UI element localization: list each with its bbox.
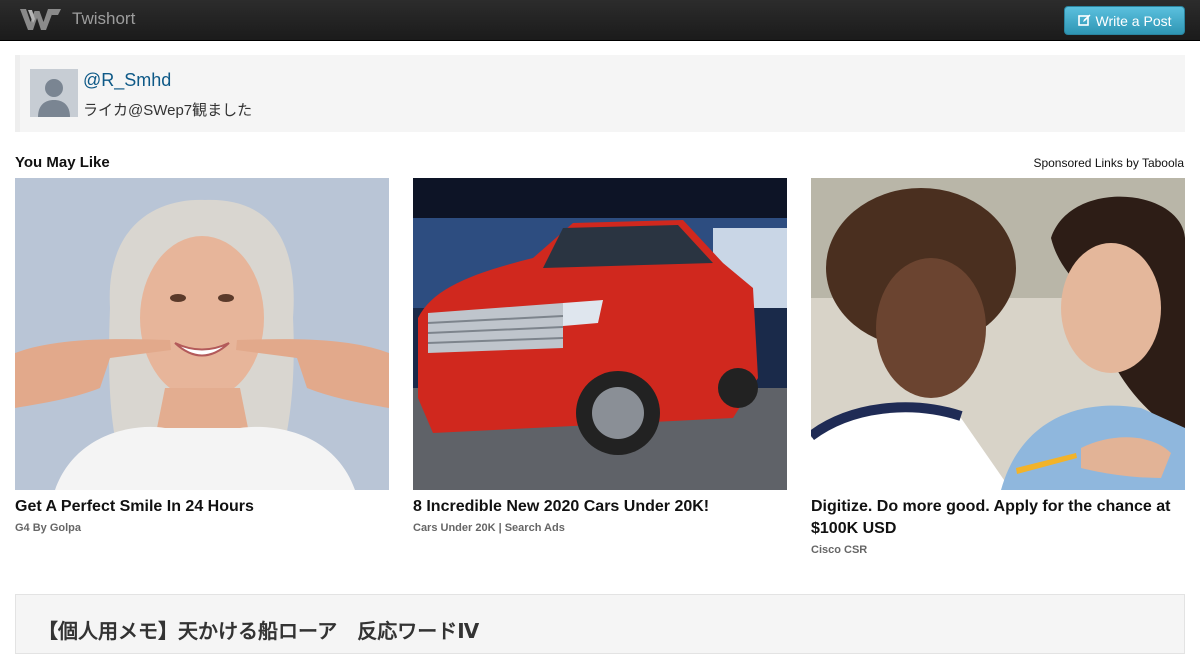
post-text: ライカ@SWep7観ました [83,102,253,119]
avatar[interactable] [30,69,78,117]
related-post-box: 【個人用メモ】天かける船ローア 反応ワードⅣ [15,594,1185,654]
smile-ad-image[interactable] [15,178,389,490]
post-card: @R_Smhd ライカ@SWep7観ました [15,55,1185,132]
twishort-logo-icon[interactable] [18,6,63,33]
card-headline[interactable]: 8 Incredible New 2020 Cars Under 20K! [413,496,787,518]
card-source[interactable]: G4 By Golpa [15,522,389,534]
cisco-ad-image[interactable] [811,178,1185,490]
recommendation-card[interactable]: Digitize. Do more good. Apply for the ch… [811,178,1185,556]
top-navbar: Twishort Write a Post [0,0,1200,41]
recommendation-card[interactable]: 8 Incredible New 2020 Cars Under 20K! Ca… [413,178,787,534]
default-avatar-icon [30,69,78,117]
write-post-label: Write a Post [1095,12,1172,29]
card-source[interactable]: Cars Under 20K | Search Ads [413,522,787,534]
sponsored-links-label[interactable]: Sponsored Links by Taboola [1033,156,1184,170]
write-post-button[interactable]: Write a Post [1064,6,1185,35]
card-headline[interactable]: Get A Perfect Smile In 24 Hours [15,496,389,518]
card-source[interactable]: Cisco CSR [811,544,1185,556]
post-username[interactable]: @R_Smhd [83,70,171,91]
car-ad-image[interactable] [413,178,787,490]
edit-icon [1077,14,1090,26]
you-may-like-heading: You May Like [15,154,110,171]
recommendation-card[interactable]: Get A Perfect Smile In 24 Hours G4 By Go… [15,178,389,534]
brand-name[interactable]: Twishort [72,9,135,29]
card-headline[interactable]: Digitize. Do more good. Apply for the ch… [811,496,1185,540]
